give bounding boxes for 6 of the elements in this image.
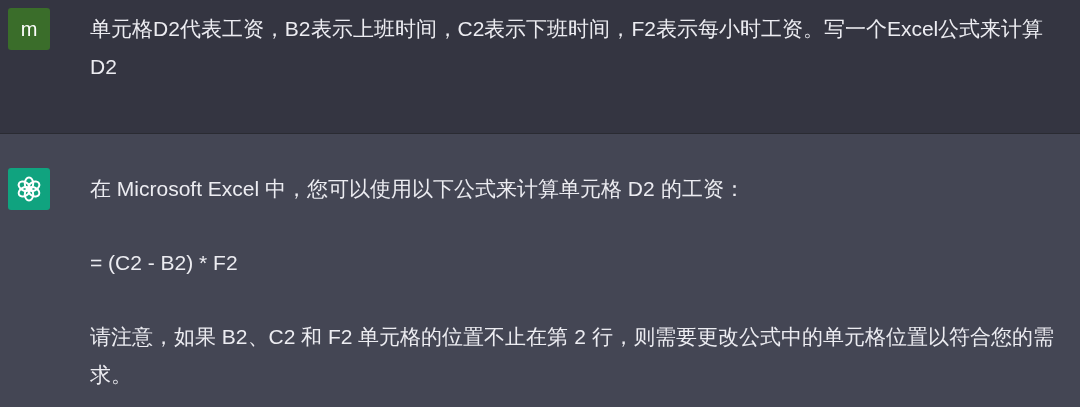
logo-icon bbox=[15, 175, 43, 203]
message-text: 单元格D2代表工资，B2表示上班时间，C2表示下班时间，F2表示每小时工资。写一个Excel公式来计算D2 bbox=[90, 16, 1045, 80]
user-avatar: m bbox=[8, 8, 50, 50]
message-text: = (C2 - B2) * F2 bbox=[90, 250, 239, 276]
message-text: 请注意，如果 B2、C2 和 F2 单元格的位置不止在第 2 行，则需要更改公式中的单元格位置以符合您的需求。 bbox=[90, 324, 1055, 388]
message-text: 在 Microsoft Excel 中，您可以使用以下公式来计算单元格 D2 的工资： bbox=[90, 176, 746, 202]
